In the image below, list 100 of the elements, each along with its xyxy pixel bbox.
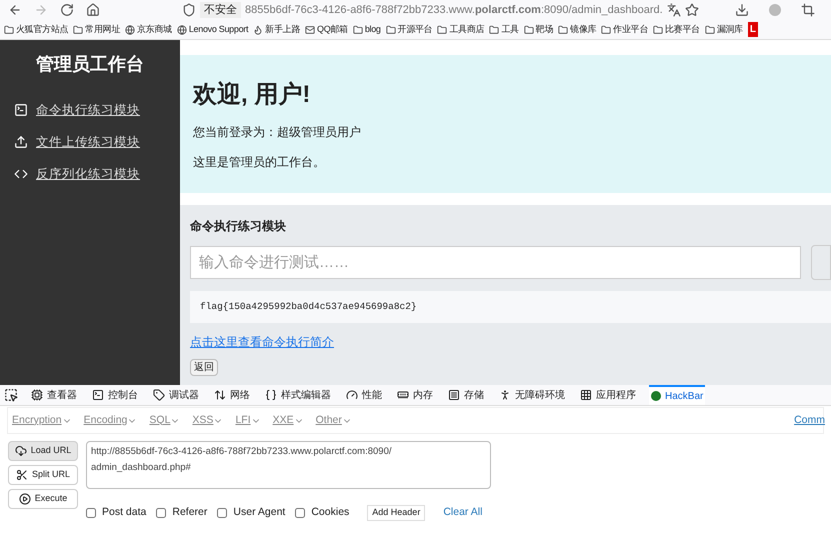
bookmark-link[interactable]: blog bbox=[364, 22, 381, 36]
bookmark-link[interactable]: QQ邮箱 bbox=[317, 22, 348, 36]
shield-icon bbox=[182, 3, 196, 17]
devtools-tab[interactable]: 控制台 bbox=[90, 385, 140, 405]
add-header-button[interactable]: Add Header bbox=[367, 505, 426, 521]
bookmark-link[interactable]: Lenovo Support bbox=[188, 22, 248, 36]
login-text: 您当前登录为：超级管理员用户 bbox=[193, 124, 362, 141]
devtools-tab[interactable]: HackBar bbox=[649, 385, 706, 405]
folder-icon bbox=[558, 24, 568, 34]
hackbar-menu[interactable]: Encoding bbox=[84, 412, 138, 428]
folder-icon bbox=[653, 24, 663, 34]
devtools-tab[interactable]: 性能 bbox=[344, 385, 384, 405]
devtools-tab[interactable]: 无障碍环境 bbox=[497, 385, 567, 405]
person-icon bbox=[499, 389, 511, 401]
forward-icon bbox=[34, 3, 48, 17]
option-checkbox[interactable] bbox=[86, 508, 96, 518]
sidebar-title: 管理员工作台 bbox=[35, 53, 145, 76]
option-checkbox[interactable] bbox=[156, 508, 166, 518]
extension-badge[interactable]: L bbox=[748, 22, 758, 37]
crop-icon bbox=[801, 3, 815, 17]
url-field[interactable]: http://8855b6df-76c3-4126-a8f6-788f72bb7233.www.polarctf.com:8090/ admin_dashboard.php# bbox=[86, 441, 491, 489]
devtools-tab[interactable]: 应用程序 bbox=[578, 385, 638, 405]
devtools-tab[interactable]: 调试器 bbox=[151, 385, 201, 405]
chip-icon bbox=[31, 389, 43, 401]
sidebar-link[interactable]: 命令执行练习模块 bbox=[36, 100, 140, 120]
storage-icon bbox=[448, 389, 460, 401]
bookmark-link[interactable]: 开源平台 bbox=[398, 22, 432, 36]
hackbar-menu[interactable]: LFI bbox=[235, 412, 261, 428]
terminal-icon bbox=[14, 103, 28, 117]
gauge-icon bbox=[346, 389, 358, 401]
bookmark-link[interactable]: 比赛平台 bbox=[665, 22, 700, 36]
flame-icon bbox=[253, 24, 264, 34]
hackbar-menu[interactable]: Encryption bbox=[12, 412, 72, 428]
command-output: flag{150a4295992ba0d4c537ae945699a8c2} bbox=[200, 300, 417, 314]
option-checkbox[interactable] bbox=[295, 508, 306, 518]
braces-icon bbox=[265, 389, 277, 401]
folder-icon bbox=[386, 24, 396, 34]
hackbar-menu[interactable]: XXE bbox=[272, 412, 304, 428]
description-text: 这里是管理员的工作台。 bbox=[193, 154, 326, 171]
tag-icon bbox=[153, 389, 165, 401]
bookmark-link[interactable]: 漏洞库 bbox=[716, 22, 743, 36]
arrows-icon bbox=[214, 389, 226, 401]
star-icon bbox=[684, 3, 699, 17]
bookmark-link[interactable]: 火狐官方站点 bbox=[16, 22, 68, 36]
sidebar-link[interactable]: 反序列化练习模块 bbox=[36, 164, 140, 184]
command-input[interactable]: 输入命令进行测试…… bbox=[190, 246, 801, 279]
hackbar-menu[interactable]: Other bbox=[316, 412, 352, 428]
reload-icon bbox=[60, 3, 74, 17]
back-button[interactable]: 返回 bbox=[190, 359, 218, 376]
translate-icon bbox=[666, 3, 681, 17]
folder-icon bbox=[4, 24, 14, 34]
intro-link[interactable]: 点击这里查看命令执行简介 bbox=[190, 333, 334, 351]
bookmark-link[interactable]: 靶场 bbox=[536, 22, 554, 36]
option-label: User Agent bbox=[233, 505, 286, 520]
folder-icon bbox=[437, 24, 448, 34]
upload-icon bbox=[14, 135, 28, 149]
hackbar-action-button[interactable]: Load URL bbox=[8, 441, 78, 461]
bookmark-link[interactable]: 作业平台 bbox=[613, 22, 648, 36]
devtools-tab[interactable]: 内存 bbox=[395, 385, 435, 405]
sidebar-link[interactable]: 文件上传练习模块 bbox=[36, 132, 140, 152]
play-icon bbox=[18, 493, 31, 505]
devtools-tab[interactable]: 网络 bbox=[212, 385, 252, 405]
address-bar[interactable]: 8855b6df-76c3-4126-a8f6-788f72bb7233.www.polarctf.com:8090/admin_dashboard. bbox=[245, 2, 663, 18]
option-label: Cookies bbox=[311, 505, 350, 520]
bookmark-link[interactable]: 镜像库 bbox=[570, 22, 596, 36]
bookmark-link[interactable]: 京东商城 bbox=[137, 22, 172, 36]
hackbar-menu[interactable]: SQL bbox=[149, 412, 180, 428]
devtools-tab[interactable]: 查看器 bbox=[29, 385, 79, 405]
home-icon bbox=[86, 3, 100, 17]
terminal-icon bbox=[92, 389, 104, 401]
globe-icon bbox=[125, 24, 136, 34]
welcome-heading: 欢迎, 用户! bbox=[193, 80, 312, 110]
folder-icon bbox=[601, 24, 612, 34]
download-icon bbox=[735, 3, 749, 17]
security-label[interactable]: 不安全 bbox=[200, 2, 241, 18]
grid-icon bbox=[580, 389, 592, 401]
devtools-tab[interactable]: 样式编辑器 bbox=[263, 385, 333, 405]
code-icon bbox=[14, 167, 28, 181]
back-icon bbox=[8, 3, 22, 17]
bookmark-link[interactable]: 工具商店 bbox=[449, 22, 484, 36]
mail-icon bbox=[305, 24, 315, 34]
picker-icon bbox=[4, 388, 18, 402]
command-link[interactable]: Comm bbox=[794, 412, 825, 428]
option-label: Referer bbox=[172, 505, 208, 520]
hackbar-action-button[interactable]: Split URL bbox=[8, 465, 78, 485]
hackbar-action-button[interactable]: Execute bbox=[8, 489, 78, 509]
option-checkbox[interactable] bbox=[217, 508, 228, 518]
folder-icon bbox=[489, 24, 500, 34]
clear-all-link[interactable]: Clear All bbox=[443, 505, 482, 521]
devtools-tab[interactable]: 存储 bbox=[446, 385, 486, 405]
scissors-icon bbox=[16, 469, 28, 481]
bookmark-link[interactable]: 常用网址 bbox=[85, 22, 120, 36]
bookmark-link[interactable]: 新手上路 bbox=[265, 22, 300, 36]
folder-icon bbox=[73, 24, 84, 34]
module-title: 命令执行练习模块 bbox=[190, 218, 287, 235]
hackbar-menu[interactable]: XSS bbox=[192, 412, 224, 428]
cloud-icon bbox=[14, 445, 27, 457]
folder-icon bbox=[352, 24, 363, 34]
folder-icon bbox=[704, 24, 715, 34]
bookmark-link[interactable]: 工具 bbox=[501, 22, 519, 36]
